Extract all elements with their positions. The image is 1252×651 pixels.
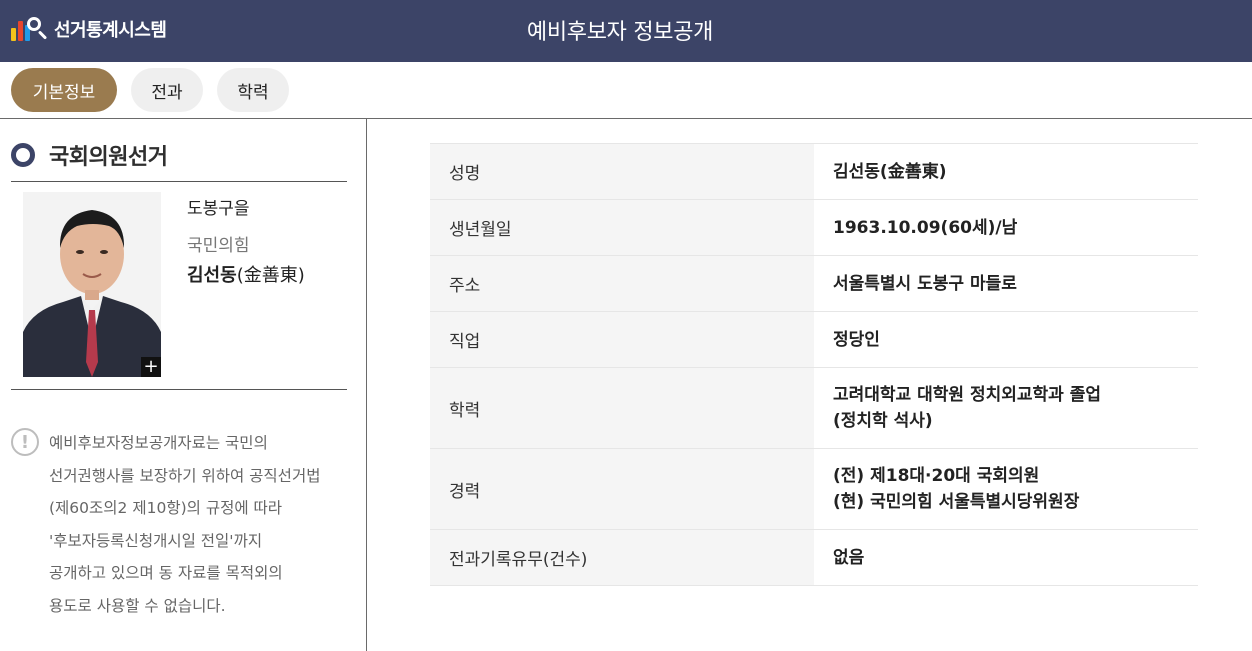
top-header: 선거통계시스템 예비후보자 정보공개 [0, 0, 1252, 62]
election-heading: 국회의원선거 [11, 139, 168, 171]
table-row: 성명 김선동(金善東) [430, 144, 1198, 200]
notice-line: '후보자등록신청개시일 전일'까지 [49, 531, 263, 550]
candidate-photo[interactable]: + [23, 192, 161, 377]
candidate-portrait-image [23, 192, 161, 377]
value-line: 서울특별시 도봉구 마들로 [833, 273, 1017, 294]
election-title: 국회의원선거 [49, 145, 168, 170]
row-label: 전과기록유무(건수) [430, 530, 814, 585]
tab-education[interactable]: 학력 [217, 68, 289, 112]
value-line: (정치학 석사) [833, 411, 933, 431]
notice-line: 용도로 사용할 수 없습니다. [49, 596, 226, 615]
row-value: 김선동(金善東) [814, 144, 1198, 199]
tab-criminal-record[interactable]: 전과 [131, 68, 203, 112]
notice-text: 예비후보자정보공개자료는 국민의 선거권행사를 보장하기 위하여 공직선거법 (… [49, 427, 320, 623]
row-label: 생년월일 [430, 200, 814, 255]
tab-bar: 기본정보 전과 학력 [11, 68, 289, 112]
row-label: 주소 [430, 256, 814, 311]
table-row: 주소 서울특별시 도봉구 마들로 [430, 256, 1198, 312]
candidate-district: 도봉구을 [187, 199, 250, 219]
candidate-name-hanja: (金善東) [236, 265, 305, 286]
notice-line: (제60조의2 제10항)의 규정에 따라 [49, 499, 283, 518]
value-line: 없음 [833, 547, 865, 568]
notice-line: 예비후보자정보공개자료는 국민의 [49, 434, 268, 452]
exclamation-icon: ! [11, 428, 39, 456]
table-row: 생년월일 1963.10.09(60세)/남 [430, 200, 1198, 256]
value-line: 고려대학교 대학원 정치외교학과 졸업 [833, 385, 1101, 405]
notice-line: 공개하고 있으며 동 자료를 목적외의 [49, 564, 283, 583]
row-label: 학력 [430, 368, 814, 448]
table-row: 전과기록유무(건수) 없음 [430, 530, 1198, 586]
value-line: 김선동(金善東) [833, 161, 947, 182]
page-title: 예비후보자 정보공개 [526, 20, 714, 45]
row-value: 고려대학교 대학원 정치외교학과 졸업 (정치학 석사) [814, 368, 1198, 448]
tab-basic-info[interactable]: 기본정보 [11, 68, 117, 112]
row-label: 경력 [430, 449, 814, 529]
row-value: 서울특별시 도봉구 마들로 [814, 256, 1198, 311]
table-row: 경력 (전) 제18대·20대 국회의원 (현) 국민의힘 서울특별시당위원장 [430, 449, 1198, 530]
row-value: 정당인 [814, 312, 1198, 367]
photo-zoom-button[interactable]: + [141, 357, 161, 377]
row-value: 없음 [814, 530, 1198, 585]
notice-line: 선거권행사를 보장하기 위하여 공직선거법 [49, 466, 321, 485]
candidate-name: 김선동(金善東) [187, 261, 305, 287]
divider [11, 389, 347, 390]
table-row: 학력 고려대학교 대학원 정치외교학과 졸업 (정치학 석사) [430, 368, 1198, 449]
row-value: (전) 제18대·20대 국회의원 (현) 국민의힘 서울특별시당위원장 [814, 449, 1198, 529]
divider [11, 181, 347, 182]
circle-bullet-icon [11, 143, 35, 167]
divider-vertical [366, 118, 367, 651]
disclosure-notice: ! 예비후보자정보공개자료는 국민의 선거권행사를 보장하기 위하여 공직선거법… [11, 428, 320, 623]
candidate-party: 국민의힘 [187, 236, 250, 256]
value-line: 정당인 [833, 329, 880, 350]
value-line: (전) 제18대·20대 국회의원 [833, 466, 1040, 486]
row-value: 1963.10.09(60세)/남 [814, 200, 1198, 255]
value-line: (현) 국민의힘 서울특별시당위원장 [833, 492, 1080, 512]
value-line: 1963.10.09(60세)/남 [833, 217, 1018, 238]
table-row: 직업 정당인 [430, 312, 1198, 368]
candidate-info-table: 성명 김선동(金善東) 생년월일 1963.10.09(60세)/남 주소 서울… [430, 143, 1198, 586]
candidate-name-hangul: 김선동 [187, 265, 237, 286]
row-label: 성명 [430, 144, 814, 199]
divider-horizontal [0, 118, 1252, 119]
row-label: 직업 [430, 312, 814, 367]
